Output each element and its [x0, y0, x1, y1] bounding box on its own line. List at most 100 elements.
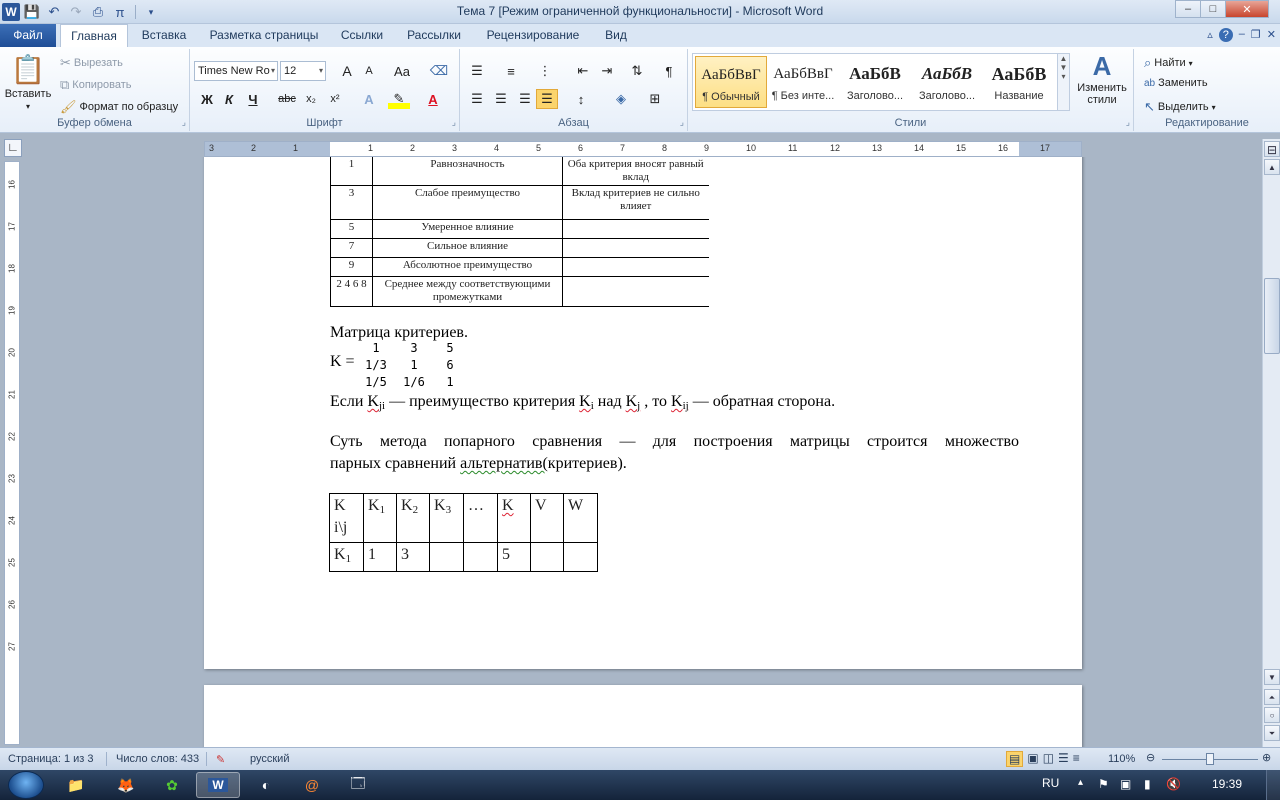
table-header-cell[interactable]: V	[530, 493, 564, 543]
tab-selector[interactable]: ∟	[4, 139, 22, 157]
table-cell[interactable]: 3	[330, 185, 373, 220]
scroll-thumb[interactable]	[1264, 278, 1280, 354]
doc-restore-icon[interactable]: ❐	[1251, 28, 1261, 42]
dominance-sentence[interactable]: Если Kji — преимущество критерия Ki над …	[330, 392, 835, 416]
tab-view[interactable]: Вид	[594, 24, 638, 47]
table-cell[interactable]	[563, 542, 598, 572]
font-color-icon[interactable]: A	[422, 89, 444, 109]
table-cell[interactable]: Среднее между соответствующими промежутк…	[372, 276, 563, 307]
word-logo-icon[interactable]: W	[2, 3, 20, 21]
icq-icon[interactable]: ✿	[150, 772, 194, 798]
network-icon[interactable]: ⚑	[1098, 777, 1109, 791]
signal-icon[interactable]: ▮	[1144, 777, 1151, 791]
language-indicator[interactable]: русский	[250, 753, 289, 765]
next-page-icon[interactable]: ⏷	[1264, 725, 1280, 741]
pilcrow-icon[interactable]: ¶	[658, 61, 680, 81]
borders-icon[interactable]: ⊞	[644, 89, 666, 109]
font-name-combo[interactable]: Times New Ro ▾	[194, 61, 278, 81]
style-title[interactable]: АаБбВ Название	[983, 56, 1055, 108]
draft-icon[interactable]: ≡	[1073, 751, 1080, 767]
zoom-slider-thumb[interactable]	[1206, 753, 1214, 765]
font-size-combo[interactable]: 12 ▾	[280, 61, 326, 81]
highlight-icon[interactable]: ✎	[388, 89, 410, 109]
clear-format-icon[interactable]: ⌫	[428, 61, 450, 81]
essence-line-2[interactable]: парных сравнений альтернатив(критериев).	[330, 454, 627, 474]
table-cell[interactable]: 3	[396, 542, 430, 572]
strikethrough-button[interactable]: abc	[276, 89, 298, 109]
word-count[interactable]: Число слов: 433	[116, 753, 199, 765]
replace-button[interactable]: ab Заменить	[1144, 77, 1208, 89]
bullets-icon[interactable]: ☰	[466, 61, 488, 81]
decrease-indent-icon[interactable]: ⇤	[572, 61, 594, 81]
previous-page-icon[interactable]: ⏶	[1264, 689, 1280, 705]
proofing-icon[interactable]: ✎	[216, 753, 225, 766]
paste-button[interactable]: 📋 Вставить ▾	[5, 53, 52, 111]
justify-icon[interactable]: ☰	[536, 89, 558, 109]
explorer-icon[interactable]: 📁	[54, 772, 98, 798]
horizontal-ruler[interactable]: 3 2 1 1 2 3 4 5 6 7 8 9 10 11 12 13 14 15 16 17	[204, 141, 1082, 157]
find-button[interactable]: ⌕ Найти ▾	[1144, 55, 1193, 71]
increase-indent-icon[interactable]: ⇥	[596, 61, 618, 81]
underline-button[interactable]: Ч	[242, 89, 264, 109]
matrix-label[interactable]: K =	[330, 352, 355, 372]
align-center-icon[interactable]: ☰	[490, 89, 512, 109]
sort-icon[interactable]: ⇅	[626, 61, 648, 81]
tab-references[interactable]: Ссылки	[334, 24, 390, 47]
dialog-launcher-icon[interactable]: ⌟	[452, 117, 456, 128]
copy-button[interactable]: ⧉ Копировать	[60, 77, 132, 93]
table-cell[interactable]: 2 4 6 8	[330, 276, 373, 307]
print-layout-icon[interactable]: ▤	[1006, 751, 1024, 767]
maximize-button[interactable]: □	[1200, 0, 1226, 18]
show-desktop-button[interactable]	[1266, 770, 1280, 800]
tray-app-icon[interactable]: ▣	[1120, 777, 1131, 791]
shrink-font-button[interactable]: A	[358, 61, 380, 81]
format-painter-button[interactable]: 🖌 Формат по образцу	[60, 99, 178, 115]
ruler-toggle-icon[interactable]: ⊟	[1264, 141, 1280, 157]
minimize-button[interactable]: –	[1175, 0, 1201, 18]
table-header-cell[interactable]: W	[563, 493, 598, 543]
print-icon[interactable]: ⎙	[88, 2, 108, 22]
table-cell[interactable]: K1	[329, 542, 364, 572]
clock[interactable]: 19:39	[1212, 777, 1242, 791]
table-cell[interactable]: 5	[330, 219, 373, 239]
doc-minimize-icon[interactable]: –	[1239, 28, 1245, 42]
tab-home[interactable]: Главная	[60, 24, 128, 47]
volume-muted-icon[interactable]: 🔇	[1166, 777, 1181, 791]
table-cell[interactable]	[530, 542, 564, 572]
scroll-up-icon[interactable]: ▲	[1264, 159, 1280, 175]
style-normal[interactable]: АаБбВвГ ¶ Обычный	[695, 56, 767, 108]
vertical-ruler[interactable]: 16 17 18 19 20 21 22 23 24 25 26 27	[4, 161, 20, 745]
table-cell[interactable]: 1	[330, 157, 373, 186]
language-tray[interactable]: RU	[1042, 776, 1059, 790]
select-button[interactable]: ↖ Выделить ▾	[1144, 99, 1216, 115]
zoom-out-icon[interactable]: ⊖	[1146, 751, 1155, 764]
full-screen-icon[interactable]: ▣	[1027, 751, 1038, 767]
web-layout-icon[interactable]: ◫	[1043, 751, 1054, 767]
multilevel-list-icon[interactable]: ⋮	[534, 61, 556, 81]
tab-file[interactable]: Файл	[0, 24, 56, 47]
table-cell[interactable]	[463, 542, 498, 572]
table-header-cell[interactable]: K2	[396, 493, 430, 543]
browse-object-icon[interactable]: ○	[1264, 707, 1280, 723]
numbering-icon[interactable]: ≡	[500, 61, 522, 81]
tab-mailings[interactable]: Рассылки	[396, 24, 472, 47]
redo-icon[interactable]: ↷	[66, 2, 86, 22]
essence-line-1[interactable]: Суть метода попарного сравнения — для по…	[330, 432, 1019, 452]
table-cell[interactable]: Абсолютное преимущество	[372, 257, 563, 277]
tab-page-layout[interactable]: Разметка страницы	[200, 24, 328, 47]
table-cell[interactable]	[429, 542, 464, 572]
gallery-scroll[interactable]: ▲ ▼ ▾	[1058, 53, 1070, 111]
doc-close-icon[interactable]: ✕	[1267, 28, 1276, 42]
italic-button[interactable]: К	[218, 89, 240, 109]
help-icon[interactable]: ?	[1218, 28, 1233, 42]
table-cell[interactable]: Слабое преимущество	[372, 185, 563, 220]
table-cell[interactable]: Равнозначность	[372, 157, 563, 186]
table-cell[interactable]	[562, 238, 709, 258]
scroll-down-icon[interactable]: ▼	[1264, 669, 1280, 685]
table-cell[interactable]: Сильное влияние	[372, 238, 563, 258]
table-cell[interactable]: 1	[363, 542, 397, 572]
table-cell[interactable]: 5	[497, 542, 531, 572]
page[interactable]	[204, 685, 1082, 747]
table-cell[interactable]: 9	[330, 257, 373, 277]
table-cell[interactable]	[562, 257, 709, 277]
